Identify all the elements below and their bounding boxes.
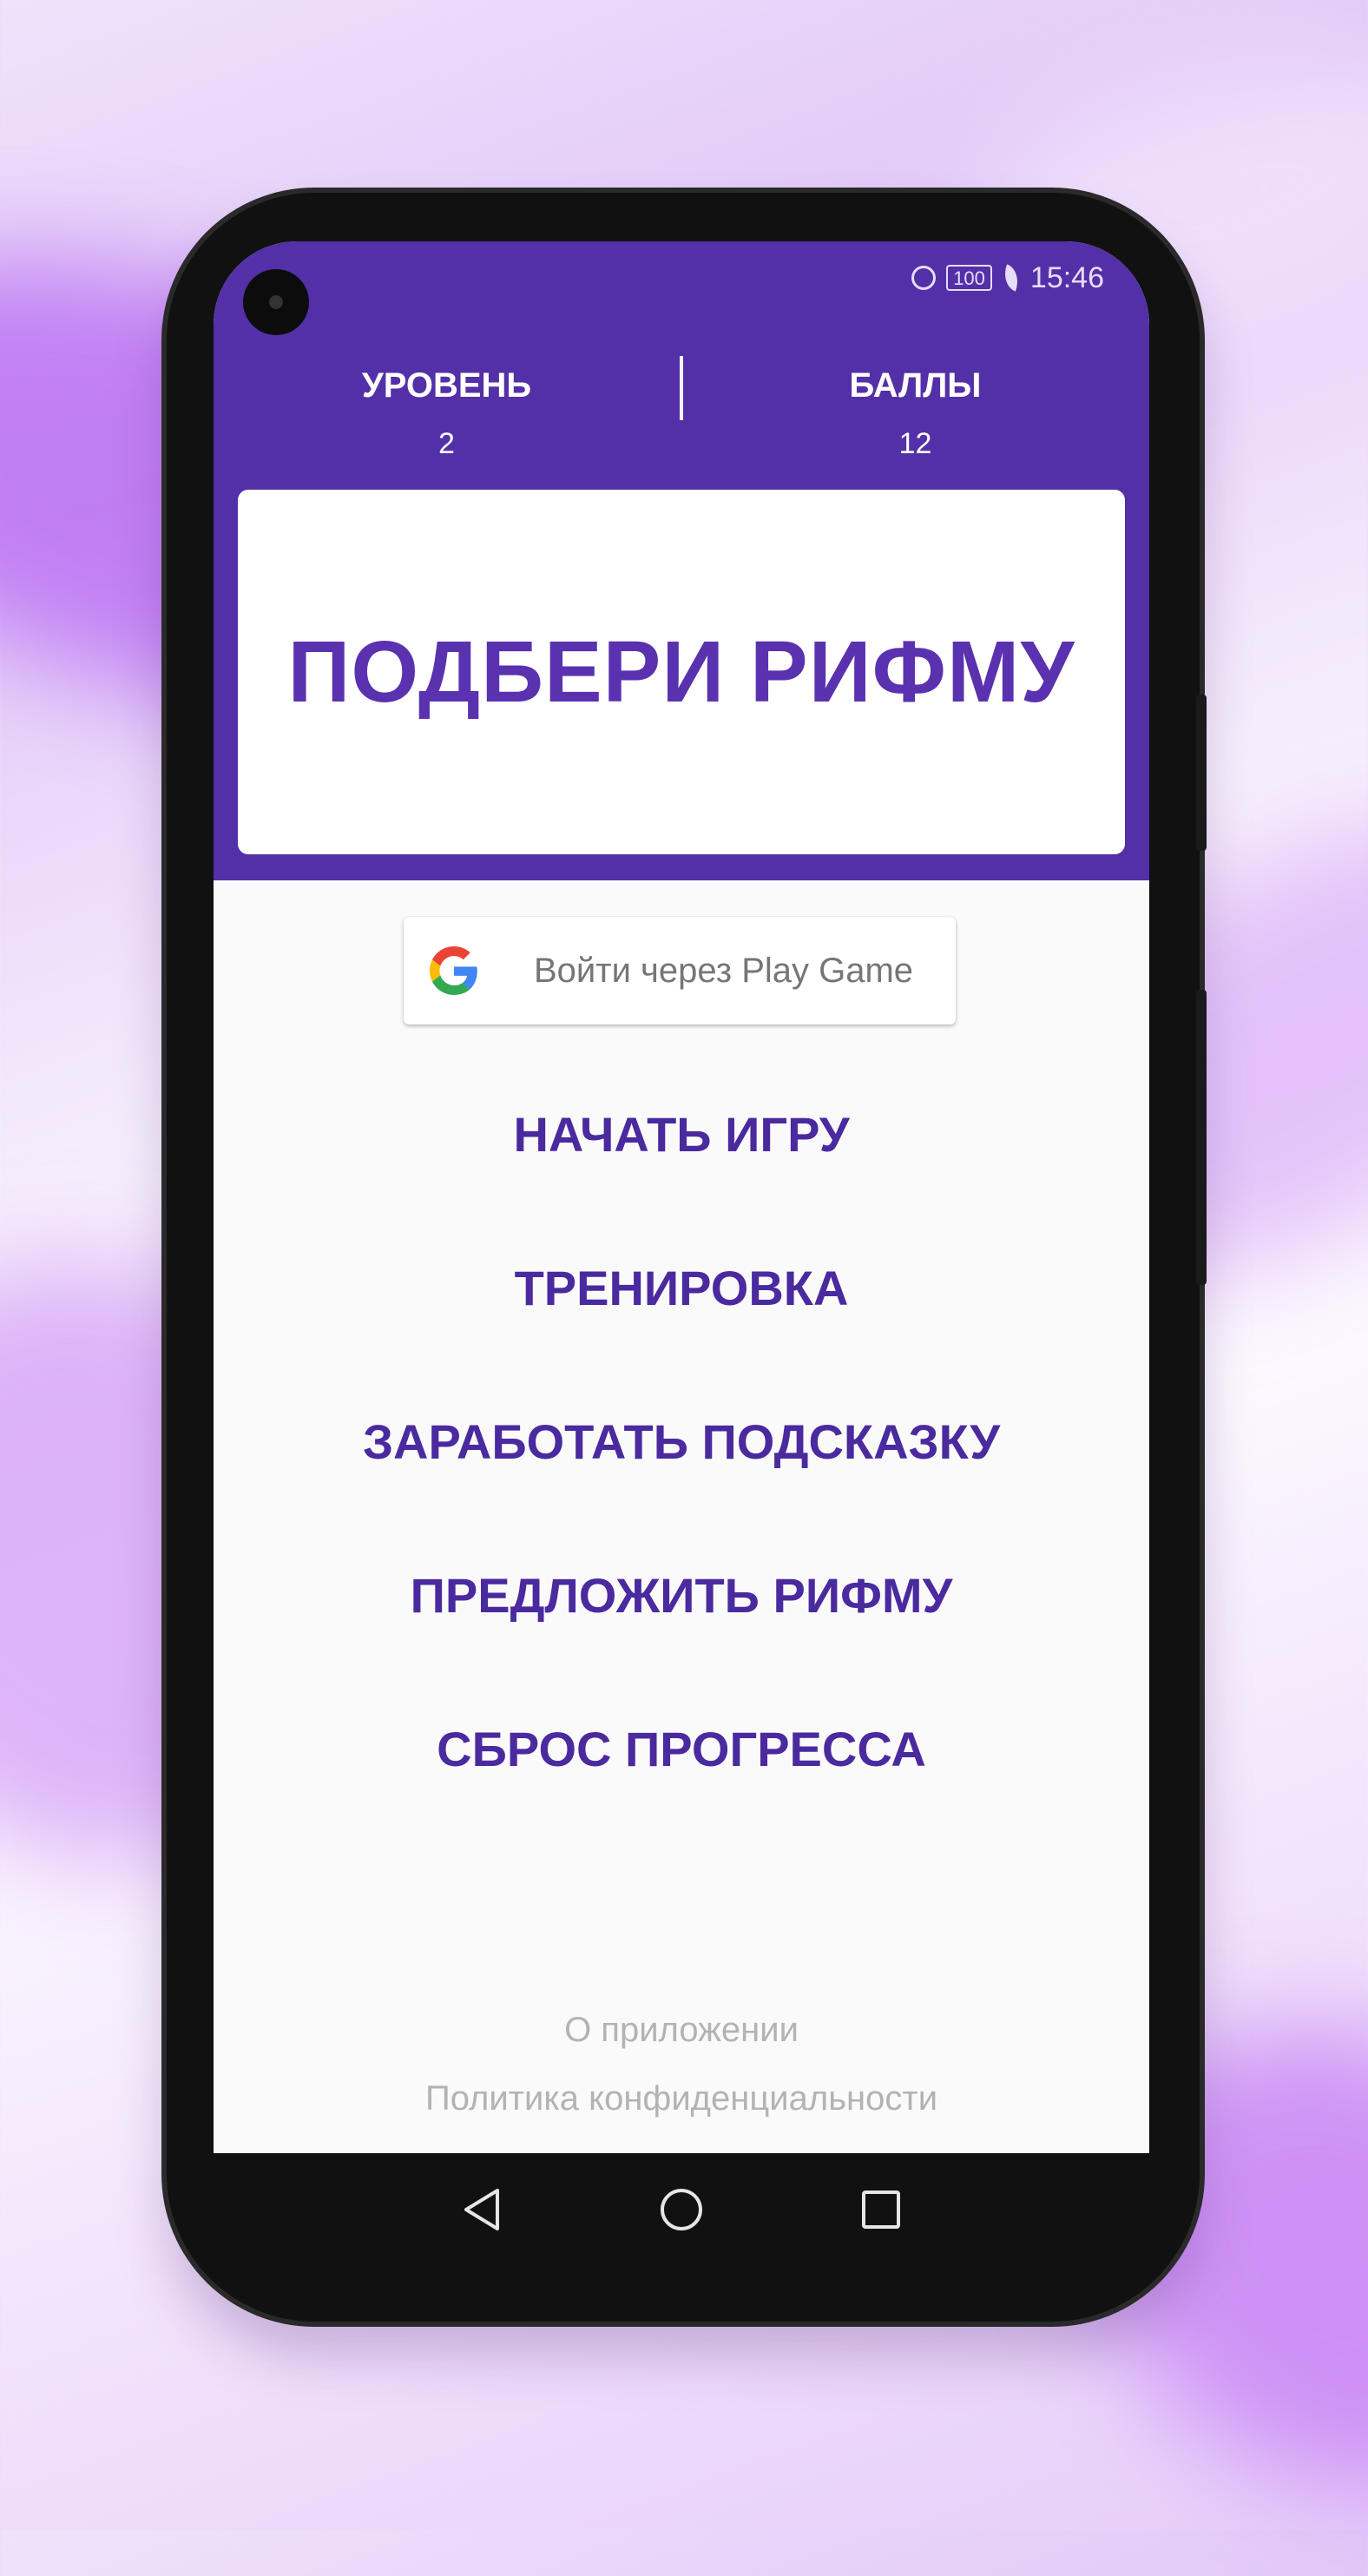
recents-icon[interactable]: [855, 2184, 907, 2236]
training-button[interactable]: ТРЕНИРОВКА: [214, 1211, 1149, 1365]
score-value: 12: [898, 427, 932, 460]
suggest-rhyme-button[interactable]: ПРЕДЛОЖИТЬ РИФМУ: [214, 1519, 1149, 1672]
earn-hint-button[interactable]: ЗАРАБОТАТЬ ПОДСКАЗКУ: [214, 1365, 1149, 1519]
main-menu: НАЧАТЬ ИГРУ ТРЕНИРОВКА ЗАРАБОТАТЬ ПОДСКА…: [214, 1057, 1149, 1826]
level-value: 2: [438, 427, 455, 460]
score-stat: БАЛЛЫ 12: [681, 354, 1149, 465]
status-bar: 100 15:46: [911, 257, 1104, 299]
app-title: ПОДБЕРИ РИФМУ: [287, 623, 1075, 721]
privacy-policy-link[interactable]: Политика конфиденциальности: [214, 2079, 1149, 2118]
system-nav-bar: [214, 2153, 1149, 2266]
level-stat: УРОВЕНЬ 2: [214, 354, 681, 465]
volume-button: [1196, 695, 1207, 851]
play-games-signin-button[interactable]: Войти через Play Game: [404, 917, 956, 1024]
about-app-link[interactable]: О приложении: [214, 2011, 1149, 2050]
alarm-icon: [911, 266, 937, 290]
app-header: 100 15:46 УРОВЕНЬ 2 БАЛЛЫ 12 ПОДБЕРИ РИФ…: [214, 241, 1149, 880]
reset-progress-button[interactable]: СБРОС ПРОГРЕССА: [214, 1672, 1149, 1826]
back-icon[interactable]: [456, 2184, 508, 2236]
google-icon: [430, 946, 477, 995]
stats-divider: [680, 356, 683, 420]
front-camera: [243, 269, 309, 335]
signin-label: Войти через Play Game: [534, 952, 914, 990]
leaf-icon: [999, 264, 1023, 292]
level-label: УРОВЕНЬ: [361, 366, 532, 405]
battery-icon: 100: [946, 265, 992, 291]
title-card: ПОДБЕРИ РИФМУ: [238, 490, 1125, 854]
home-icon[interactable]: [655, 2184, 707, 2236]
score-label: БАЛЛЫ: [849, 366, 982, 405]
power-button: [1196, 990, 1207, 1285]
app-screen: 100 15:46 УРОВЕНЬ 2 БАЛЛЫ 12 ПОДБЕРИ РИФ…: [214, 241, 1149, 2153]
status-time: 15:46: [1029, 260, 1104, 294]
start-game-button[interactable]: НАЧАТЬ ИГРУ: [214, 1057, 1149, 1211]
